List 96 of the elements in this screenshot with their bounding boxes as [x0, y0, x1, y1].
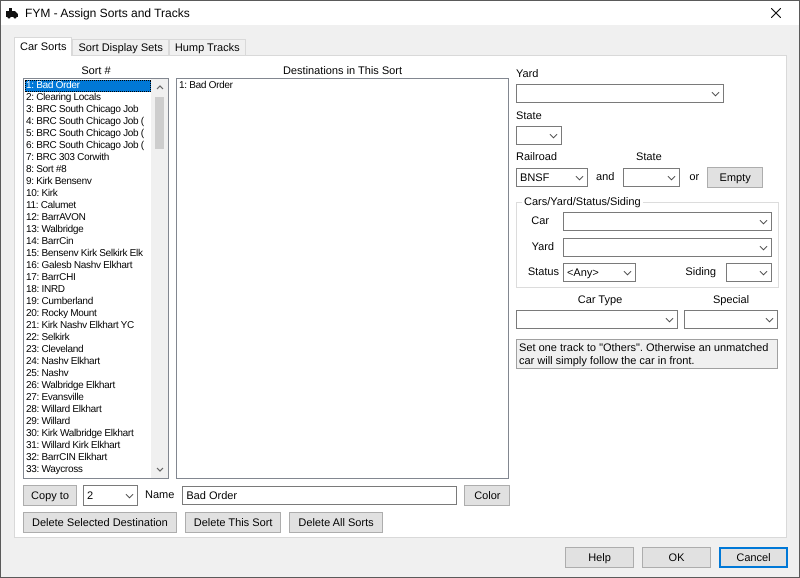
- list-item[interactable]: 10: Kirk: [25, 188, 151, 200]
- chevron-icon: [667, 174, 676, 180]
- chevron-icon: [711, 90, 720, 96]
- field-label: State: [636, 151, 662, 164]
- list-item[interactable]: 3: BRC South Chicago Job: [25, 104, 151, 116]
- dropdown[interactable]: [563, 238, 772, 257]
- dropdown[interactable]: [516, 126, 562, 145]
- field-label: State: [516, 110, 543, 123]
- dropdown[interactable]: <Any>: [563, 263, 636, 282]
- list-item[interactable]: 23: Cleveland: [25, 344, 151, 356]
- chevron-icon: [765, 316, 774, 322]
- scrollbar-thumb[interactable]: [155, 97, 164, 149]
- list-item[interactable]: 12: BarrAVON: [25, 212, 151, 224]
- dropdown[interactable]: [516, 84, 724, 103]
- tab[interactable]: Car Sorts: [14, 37, 72, 56]
- chevron-icon: [759, 270, 768, 276]
- list-item[interactable]: 16: Galesb Nashv Elkhart: [25, 260, 151, 272]
- conjunction-text: or: [689, 171, 700, 184]
- conjunction-text: and: [596, 171, 614, 184]
- field-label: Car Type: [576, 294, 624, 307]
- list-item[interactable]: 11: Calumet: [25, 200, 151, 212]
- list-item[interactable]: 30: Kirk Walbridge Elkhart: [25, 428, 151, 440]
- tab[interactable]: Sort Display Sets: [72, 39, 169, 55]
- list-item[interactable]: 19: Cumberland: [25, 296, 151, 308]
- list-item[interactable]: 22: Selkirk: [25, 332, 151, 344]
- column-header: Destinations in This Sort: [282, 64, 404, 78]
- field-label: Car: [530, 215, 550, 228]
- field-label: Railroad: [516, 151, 558, 164]
- list-item[interactable]: 6: BRC South Chicago Job (: [25, 140, 151, 152]
- list-item[interactable]: 28: Willard Elkhart: [25, 404, 151, 416]
- list-item[interactable]: 1: Bad Order: [25, 80, 151, 92]
- list-item[interactable]: 8: Sort #8: [25, 164, 151, 176]
- chevron-icon: [665, 316, 674, 322]
- list-item[interactable]: 5: BRC South Chicago Job (: [25, 128, 151, 140]
- chevron-icon: [623, 270, 632, 276]
- dropdown[interactable]: [623, 168, 680, 187]
- list-item[interactable]: 29: Willard: [25, 416, 151, 428]
- dropdown[interactable]: 2: [83, 485, 138, 506]
- field-label: Name: [145, 489, 174, 502]
- dialog-button[interactable]: Help: [565, 547, 634, 568]
- chevron-icon: [759, 218, 768, 224]
- field-label: Yard: [516, 68, 540, 81]
- dialog-button[interactable]: OK: [642, 547, 711, 568]
- locomotive-icon: [5, 7, 19, 19]
- chevron-icon: [125, 492, 134, 498]
- chevron-icon: [759, 244, 768, 250]
- color-button[interactable]: Color: [464, 485, 510, 506]
- list-item[interactable]: 17: BarrCHI: [25, 272, 151, 284]
- dropdown-value: BNSF: [520, 172, 550, 184]
- list-item[interactable]: 20: Rocky Mount: [25, 308, 151, 320]
- list-item[interactable]: 9: Kirk Bensenv: [25, 176, 151, 188]
- dropdown[interactable]: [563, 212, 772, 231]
- delete-button[interactable]: Delete Selected Destination: [23, 512, 177, 533]
- list-item[interactable]: 4: BRC South Chicago Job (: [25, 116, 151, 128]
- dropdown[interactable]: BNSF: [516, 168, 588, 187]
- list-item[interactable]: 18: INRD: [25, 284, 151, 296]
- list-item[interactable]: 7: BRC 303 Corwith: [25, 152, 151, 164]
- list-item[interactable]: 31: Willard Kirk Elkhart: [25, 440, 151, 452]
- list-item[interactable]: 26: Walbridge Elkhart: [25, 380, 151, 392]
- copy-to-button[interactable]: Copy to: [23, 485, 77, 506]
- empty-button[interactable]: Empty: [707, 167, 764, 188]
- list-item[interactable]: 21: Kirk Nashv Elkhart YC: [25, 320, 151, 332]
- delete-button[interactable]: Delete This Sort: [184, 512, 282, 533]
- list-item[interactable]: 25: Nashv: [25, 368, 151, 380]
- dropdown[interactable]: [516, 310, 678, 329]
- dropdown-value: 2: [87, 490, 94, 502]
- scroll-up-icon[interactable]: [156, 85, 164, 90]
- tab[interactable]: Hump Tracks: [168, 39, 246, 55]
- field-label: Siding: [684, 266, 717, 279]
- group-title: Cars/Yard/Status/Siding: [523, 196, 642, 208]
- column-header: Sort #: [80, 64, 112, 78]
- close-icon: [771, 8, 781, 18]
- scrollbar[interactable]: [151, 79, 168, 478]
- list-item[interactable]: 14: BarrCin: [25, 236, 151, 248]
- field-label: Status: [526, 266, 560, 279]
- dropdown[interactable]: [684, 310, 778, 329]
- chevron-icon: [549, 132, 558, 138]
- list-item[interactable]: 27: Evansville: [25, 392, 151, 404]
- list-item[interactable]: 15: Bensenv Kirk Selkirk Elk: [25, 248, 151, 260]
- dialog-button[interactable]: Cancel: [719, 547, 788, 568]
- list-item[interactable]: 13: Walbridge: [25, 224, 151, 236]
- dropdown[interactable]: [726, 263, 772, 282]
- delete-button[interactable]: Delete All Sorts: [289, 512, 383, 533]
- list-item[interactable]: 2: Clearing Locals: [25, 92, 151, 104]
- name-field[interactable]: Bad Order: [182, 486, 458, 505]
- field-label: Yard: [530, 241, 555, 254]
- list-item[interactable]: 1: Bad Order: [178, 80, 508, 92]
- window-title: FYM - Assign Sorts and Tracks: [25, 6, 190, 20]
- list-item[interactable]: 32: BarrCIN Elkhart: [25, 452, 151, 464]
- dropdown-value: <Any>: [567, 266, 600, 278]
- chevron-icon: [575, 174, 584, 180]
- list-item[interactable]: 33: Waycross: [25, 464, 151, 476]
- info-note: Set one track to "Others". Otherwise an unmatched car will simply follow the car in front.: [516, 339, 778, 369]
- field-label: Special: [712, 294, 750, 307]
- scroll-down-icon[interactable]: [156, 467, 164, 472]
- list-item[interactable]: 24: Nashv Elkhart: [25, 356, 151, 368]
